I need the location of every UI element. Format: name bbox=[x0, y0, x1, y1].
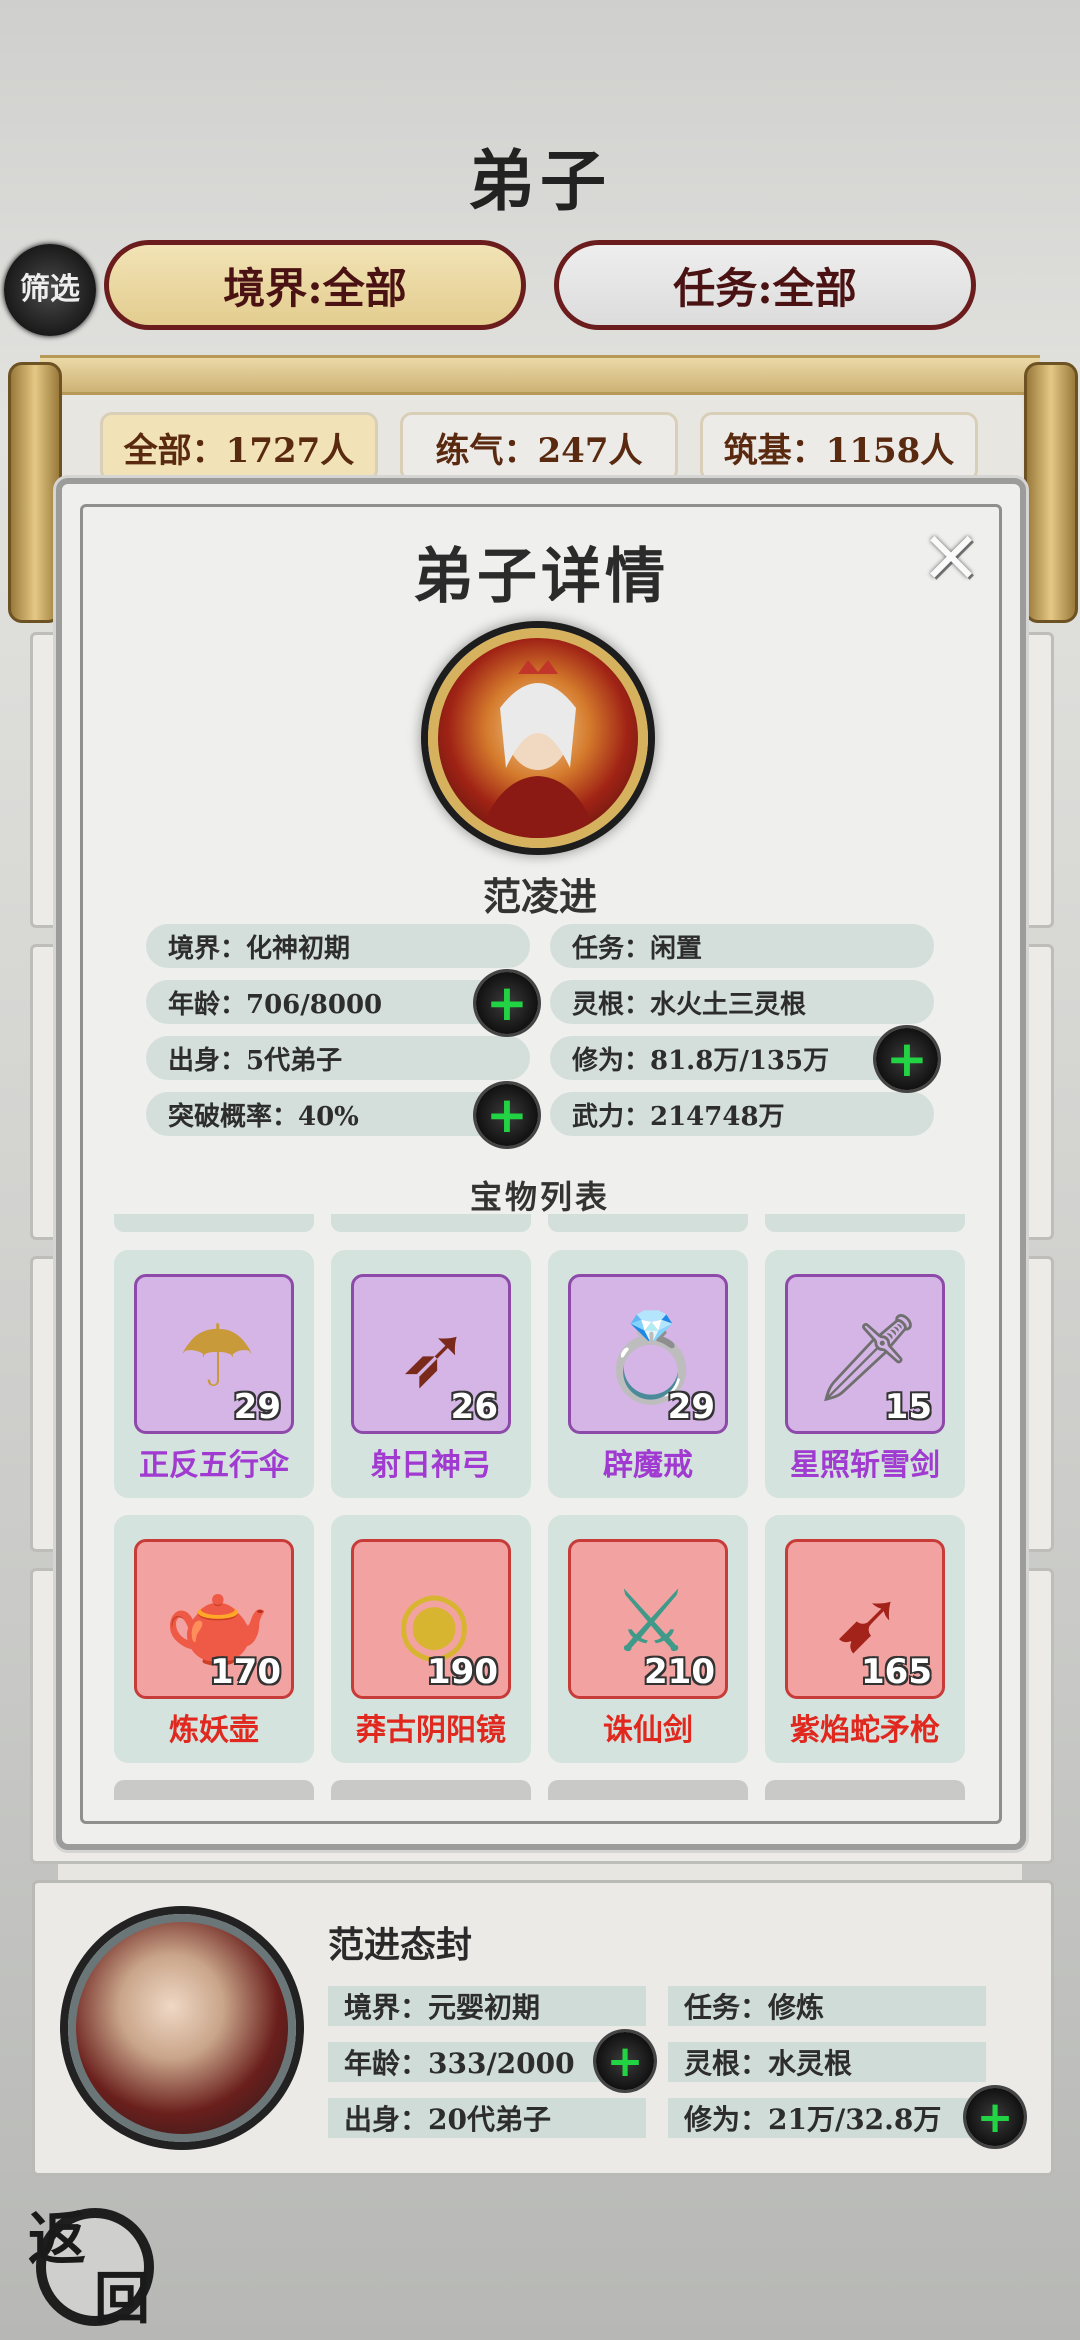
treasure-frame: ➶ 26 bbox=[351, 1274, 511, 1434]
treasure-frame: ➹ 165 bbox=[785, 1539, 945, 1699]
filter-button[interactable]: 筛选 bbox=[4, 244, 96, 336]
card-info-cultivation: 修为：21万/32.8万 bbox=[668, 2098, 986, 2138]
treasure-name: 炼妖壶 bbox=[169, 1713, 259, 1748]
tile-stub bbox=[331, 1780, 531, 1800]
treasure-count: 29 bbox=[233, 1387, 281, 1427]
scroll-end-right bbox=[1024, 362, 1078, 623]
treasure-frame: ☂ 29 bbox=[134, 1274, 294, 1434]
tile-stub bbox=[331, 1214, 531, 1232]
treasure-tile[interactable]: ➹ 165 紫焰蛇矛枪 bbox=[765, 1515, 965, 1763]
treasure-name: 莽古阴阳镜 bbox=[356, 1713, 506, 1748]
scroll-end-left bbox=[8, 362, 62, 623]
info-breakthrough: 突破概率：40% bbox=[146, 1092, 530, 1136]
treasure-count: 29 bbox=[667, 1387, 715, 1427]
info-realm: 境界：化神初期 bbox=[146, 924, 530, 968]
add-cultivation-button[interactable]: + bbox=[876, 1028, 938, 1090]
treasure-count: 165 bbox=[861, 1652, 932, 1692]
tile-stub bbox=[765, 1214, 965, 1232]
treasure-name: 辟魔戒 bbox=[603, 1448, 693, 1483]
tile-stub bbox=[765, 1780, 965, 1800]
disciple-name: 范凌进 bbox=[482, 874, 597, 919]
treasure-tile[interactable]: ☂ 29 正反五行伞 bbox=[114, 1250, 314, 1498]
add-age-button[interactable]: + bbox=[476, 972, 538, 1034]
treasure-name: 诛仙剑 bbox=[603, 1713, 693, 1748]
count-chip-all[interactable]: 全部：1727人 bbox=[100, 412, 378, 482]
tile-stub bbox=[548, 1214, 748, 1232]
tile-stub bbox=[114, 1214, 314, 1232]
treasure-list-title: 宝物列表 bbox=[469, 1178, 610, 1216]
info-origin: 出身：5代弟子 bbox=[146, 1036, 530, 1080]
disciple-portrait bbox=[428, 628, 648, 848]
treasure-name: 正反五行伞 bbox=[139, 1448, 289, 1483]
treasure-count: 26 bbox=[450, 1387, 498, 1427]
modal-title: 弟子详情 bbox=[413, 542, 669, 612]
info-task: 任务：闲置 bbox=[550, 924, 934, 968]
back-button[interactable]: 返 回 bbox=[18, 2192, 168, 2332]
info-age: 年龄：706/8000 bbox=[146, 980, 530, 1024]
treasure-tile[interactable]: 🗡 15 星照斩雪剑 bbox=[765, 1250, 965, 1498]
disciple-card-name: 范进态封 bbox=[328, 1924, 473, 1966]
count-chip-qi[interactable]: 练气：247人 bbox=[400, 412, 678, 482]
scroll-bar bbox=[40, 355, 1040, 395]
treasure-frame: ◉ 190 bbox=[351, 1539, 511, 1699]
treasure-tile[interactable]: ⚔ 210 诛仙剑 bbox=[548, 1515, 748, 1763]
card-add-cultivation-button[interactable]: + bbox=[966, 2088, 1024, 2146]
card-info-realm: 境界：元婴初期 bbox=[328, 1986, 646, 2026]
tile-stub bbox=[114, 1780, 314, 1800]
portrait-figure-icon bbox=[478, 660, 598, 838]
back-label-2: 回 bbox=[94, 2266, 150, 2332]
info-power: 武力：214748万 bbox=[550, 1092, 934, 1136]
treasure-tile[interactable]: ➶ 26 射日神弓 bbox=[331, 1250, 531, 1498]
treasure-name: 射日神弓 bbox=[371, 1448, 491, 1483]
task-filter-button[interactable]: 任务:全部 bbox=[554, 240, 976, 330]
treasure-count: 170 bbox=[210, 1652, 281, 1692]
card-info-origin: 出身：20代弟子 bbox=[328, 2098, 646, 2138]
treasure-count: 15 bbox=[884, 1387, 932, 1427]
count-chip-foundation[interactable]: 筑基：1158人 bbox=[700, 412, 978, 482]
avatar bbox=[68, 1914, 296, 2142]
treasure-frame: ⚔ 210 bbox=[568, 1539, 728, 1699]
close-icon[interactable]: × bbox=[916, 512, 986, 598]
treasure-count: 190 bbox=[427, 1652, 498, 1692]
treasure-frame: 🫖 170 bbox=[134, 1539, 294, 1699]
realm-filter-button[interactable]: 境界:全部 bbox=[104, 240, 526, 330]
treasure-frame: 💍 29 bbox=[568, 1274, 728, 1434]
card-info-task: 任务：修炼 bbox=[668, 1986, 986, 2026]
page-title: 弟子 bbox=[468, 142, 612, 220]
treasure-count: 210 bbox=[644, 1652, 715, 1692]
card-add-age-button[interactable]: + bbox=[596, 2032, 654, 2090]
treasure-tile[interactable]: 🫖 170 炼妖壶 bbox=[114, 1515, 314, 1763]
treasure-tile[interactable]: ◉ 190 莽古阴阳镜 bbox=[331, 1515, 531, 1763]
add-breakthrough-button[interactable]: + bbox=[476, 1084, 538, 1146]
tile-stub bbox=[548, 1780, 748, 1800]
card-info-spirit-root: 灵根：水灵根 bbox=[668, 2042, 986, 2082]
treasure-tile[interactable]: 💍 29 辟魔戒 bbox=[548, 1250, 748, 1498]
treasure-name: 紫焰蛇矛枪 bbox=[790, 1713, 940, 1748]
treasure-name: 星照斩雪剑 bbox=[790, 1448, 940, 1483]
info-spirit-root: 灵根：水火土三灵根 bbox=[550, 980, 934, 1024]
back-label-1: 返 bbox=[28, 2205, 87, 2273]
treasure-frame: 🗡 15 bbox=[785, 1274, 945, 1434]
